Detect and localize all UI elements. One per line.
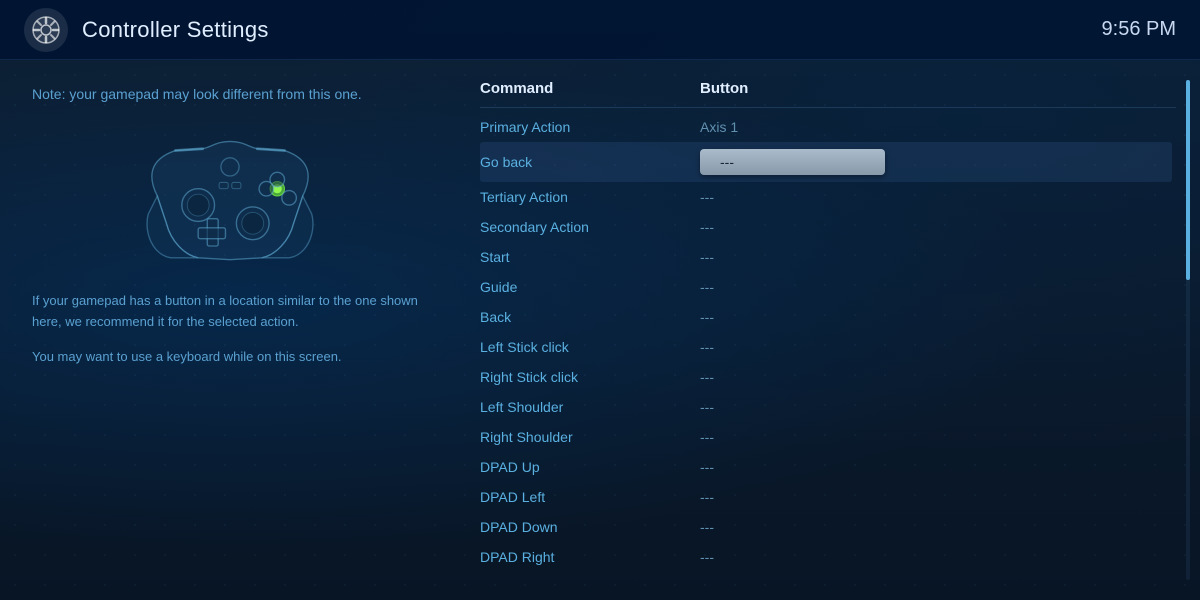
command-label[interactable]: Primary Action [480,119,700,135]
table-row[interactable]: Right Shoulder--- [480,422,1172,452]
header-left: Controller Settings [24,8,269,52]
clock-display: 9:56 PM [1102,18,1176,41]
button-value: --- [700,579,1172,580]
button-value: --- [700,489,1172,505]
button-value: Axis 1 [700,119,1172,135]
command-label[interactable]: DPAD Up [480,459,700,475]
command-label[interactable]: Right Shoulder [480,429,700,445]
table-row[interactable]: Secondary Action--- [480,212,1172,242]
scrollbar-thumb[interactable] [1186,80,1190,280]
table-row[interactable]: Start--- [480,242,1172,272]
header: Controller Settings 9:56 PM [0,0,1200,60]
table-header: Command Button [480,80,1176,108]
column-button-header: Button [700,80,1176,97]
command-label[interactable]: Guide [480,279,700,295]
button-value: --- [700,549,1172,565]
command-label[interactable]: Go back [480,154,700,170]
table-row[interactable]: Go back--- [480,142,1172,182]
command-label[interactable]: Right Stick click [480,369,700,385]
main-content: Note: your gamepad may look different fr… [0,60,1200,600]
button-value: --- [700,369,1172,385]
table-row[interactable]: Back--- [480,302,1172,332]
info-text: If your gamepad has a button in a locati… [32,291,428,367]
table-row[interactable]: DPAD Left--- [480,482,1172,512]
button-value: --- [700,149,1172,175]
command-label[interactable]: Secondary Action [480,219,700,235]
column-command-header: Command [480,80,700,97]
table-row[interactable]: Primary ActionAxis 1 [480,112,1172,142]
command-label[interactable]: Left Shoulder [480,399,700,415]
table-row[interactable]: DPAD Up--- [480,452,1172,482]
table-row[interactable]: Right Stick click--- [480,362,1172,392]
button-value: --- [700,249,1172,265]
table-body: Primary ActionAxis 1Go back---Tertiary A… [480,112,1176,580]
table-row[interactable]: Left Shoulder--- [480,392,1172,422]
button-value: --- [700,399,1172,415]
info-paragraph-2: You may want to use a keyboard while on … [32,347,428,368]
command-label[interactable]: Left Stick click [480,339,700,355]
table-row[interactable]: DPAD Right--- [480,542,1172,572]
table-row[interactable]: DPAD Down--- [480,512,1172,542]
table-row[interactable]: Guide--- [480,272,1172,302]
button-value: --- [700,429,1172,445]
button-value: --- [700,309,1172,325]
table-row[interactable]: Left Stick X--- [480,572,1172,580]
info-paragraph-1: If your gamepad has a button in a locati… [32,291,428,333]
command-label[interactable]: DPAD Right [480,549,700,565]
scrollbar[interactable] [1176,60,1200,600]
selected-button-box: --- [700,149,885,175]
button-value: --- [700,279,1172,295]
scrollbar-track [1186,80,1190,580]
command-label[interactable]: DPAD Left [480,489,700,505]
button-value: --- [700,519,1172,535]
gamepad-note: Note: your gamepad may look different fr… [32,84,428,105]
command-label[interactable]: Left Stick X [480,579,700,580]
page-title: Controller Settings [82,17,269,43]
button-value: --- [700,459,1172,475]
command-label[interactable]: Start [480,249,700,265]
gamepad-illustration [32,121,428,271]
table-row[interactable]: Tertiary Action--- [480,182,1172,212]
table-row[interactable]: Left Stick click--- [480,332,1172,362]
command-label[interactable]: Back [480,309,700,325]
command-label[interactable]: Tertiary Action [480,189,700,205]
left-panel: Note: your gamepad may look different fr… [0,60,460,600]
right-panel: Command Button Primary ActionAxis 1Go ba… [460,60,1176,600]
button-value: --- [700,219,1172,235]
button-value: --- [700,189,1172,205]
button-value: --- [700,339,1172,355]
steam-logo-icon [24,8,68,52]
command-label[interactable]: DPAD Down [480,519,700,535]
